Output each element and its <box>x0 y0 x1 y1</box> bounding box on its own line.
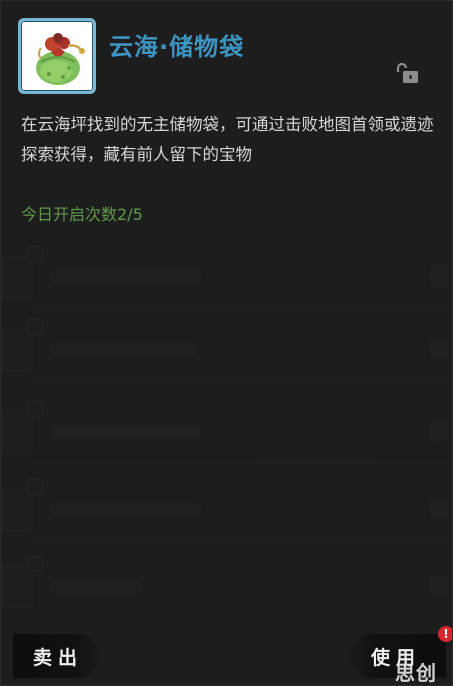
background-row <box>1 401 452 463</box>
background-row <box>1 246 452 308</box>
background-row <box>1 479 452 541</box>
item-detail-panel: 云海·储物袋 在云海坪找到的无主储物袋，可通过击败地图首领或遗迹探索获得，藏有前… <box>0 0 453 686</box>
watermark: 思创网 <box>395 661 437 685</box>
background-row <box>1 319 452 381</box>
green-pouch-icon <box>36 33 85 85</box>
daily-open-count: 今日开启次数2/5 <box>21 205 143 224</box>
item-description: 在云海坪找到的无主储物袋，可通过击败地图首领或遗迹探索获得，藏有前人留下的宝物 <box>21 115 434 164</box>
background-row <box>1 556 452 618</box>
unlock-icon[interactable] <box>395 63 421 85</box>
item-title: 云海·储物袋 <box>109 33 245 61</box>
exclamation-badge-icon: ! <box>438 626 452 642</box>
sell-button[interactable]: 卖出 <box>13 634 103 678</box>
item-icon-frame <box>18 18 96 94</box>
